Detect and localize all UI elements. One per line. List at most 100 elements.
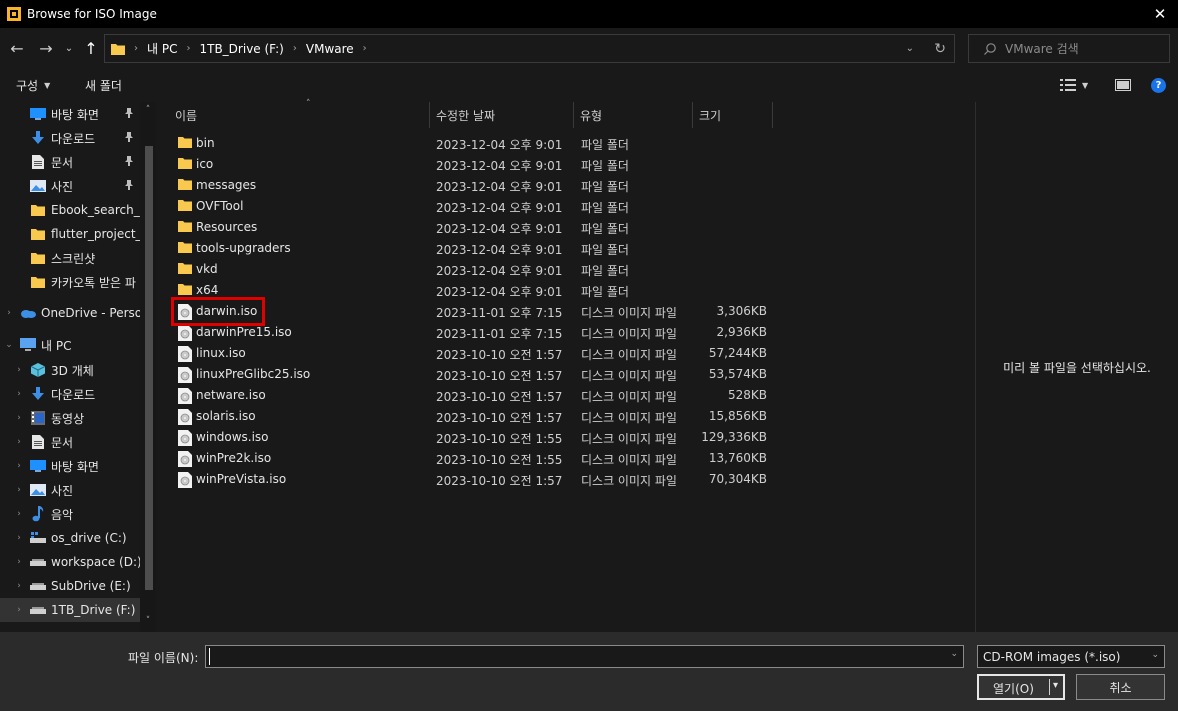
address-bar[interactable]: › 내 PC › 1TB_Drive (F:) › VMware › ⌄ ↻ <box>104 34 955 63</box>
file-row[interactable]: ico 2023-12-04 오후 9:01 파일 폴더 <box>157 154 975 175</box>
expand-chevron-icon[interactable]: › <box>14 485 24 495</box>
column-header-modified[interactable]: 수정한 날짜 <box>430 102 574 128</box>
expand-chevron-icon[interactable]: › <box>14 365 24 375</box>
scroll-up-arrow[interactable]: ˄ <box>140 105 156 115</box>
expand-chevron-icon[interactable]: › <box>14 605 24 615</box>
file-type-filter[interactable]: CD-ROM images (*.iso) ⌄ <box>977 645 1165 668</box>
scrollbar-thumb[interactable] <box>145 146 153 590</box>
breadcrumb-separator[interactable]: › <box>363 43 367 54</box>
file-row[interactable]: Resources 2023-12-04 오후 9:01 파일 폴더 <box>157 217 975 238</box>
file-row[interactable]: darwinPre15.iso 2023-11-01 오후 7:15 디스크 이미지… <box>157 322 975 343</box>
file-row[interactable]: solaris.iso 2023-10-10 오전 1:57 디스크 이미지 파일 1… <box>157 406 975 427</box>
nav-item-0[interactable]: 바탕 화면 <box>0 102 140 126</box>
expand-chevron-icon[interactable]: › <box>14 437 24 447</box>
organize-button[interactable]: 구성 ▼ <box>16 68 50 102</box>
breadcrumb-separator[interactable]: › <box>186 43 190 54</box>
file-row[interactable]: linuxPreGlibc25.iso 2023-10-10 오전 1:57 디스크… <box>157 364 975 385</box>
file-row[interactable]: winPre2k.iso 2023-10-10 오전 1:55 디스크 이미지 파일… <box>157 448 975 469</box>
filename-input[interactable] <box>209 648 939 665</box>
collapse-chevron-icon[interactable]: ⌄ <box>4 340 14 350</box>
expand-chevron-icon[interactable]: › <box>14 461 24 471</box>
breadcrumb-drive[interactable]: 1TB_Drive (F:) <box>199 42 283 56</box>
file-row[interactable]: windows.iso 2023-10-10 오전 1:55 디스크 이미지 파일 1… <box>157 427 975 448</box>
expand-chevron-icon[interactable]: › <box>14 389 24 399</box>
filename-combobox[interactable]: ⌄ <box>205 645 964 668</box>
pin-icon[interactable] <box>124 155 134 169</box>
file-row[interactable]: linux.iso 2023-10-10 오전 1:57 디스크 이미지 파일 57,… <box>157 343 975 364</box>
scroll-down-arrow[interactable]: ˅ <box>140 616 156 626</box>
nav-item-3[interactable]: 사진 <box>0 174 140 198</box>
nav-item-10[interactable]: › 3D 개체 <box>0 358 140 382</box>
folder-icon <box>178 241 192 255</box>
expand-chevron-icon[interactable]: › <box>14 413 24 423</box>
nav-item-18[interactable]: › workspace (D:) <box>0 550 140 574</box>
nav-item-4[interactable]: Ebook_search_ar <box>0 198 140 222</box>
up-button[interactable]: ↑ <box>82 28 100 68</box>
search-input[interactable] <box>1005 41 1165 56</box>
expand-chevron-icon[interactable]: › <box>4 308 14 318</box>
open-options-caret[interactable]: ▾ <box>1053 680 1058 691</box>
expand-chevron-icon[interactable]: › <box>14 509 24 519</box>
chevron-down-icon[interactable]: ⌄ <box>950 649 958 659</box>
nav-item-12[interactable]: › 동영상 <box>0 406 140 430</box>
nav-item-label: workspace (D:) <box>51 555 140 569</box>
breadcrumb-separator[interactable]: › <box>293 43 297 54</box>
column-header-name[interactable]: 이름 ˄ <box>168 99 430 128</box>
cancel-button[interactable]: 취소 <box>1076 674 1165 700</box>
recent-locations-button[interactable]: ⌄ <box>63 28 75 68</box>
nav-item-6[interactable]: 스크린샷 <box>0 246 140 270</box>
pin-icon[interactable] <box>124 179 134 193</box>
nav-item-17[interactable]: › os_drive (C:) <box>0 526 140 550</box>
view-options-button[interactable]: ▼ <box>1060 68 1088 102</box>
nav-item-13[interactable]: › 문서 <box>0 430 140 454</box>
nav-item-15[interactable]: › 사진 <box>0 478 140 502</box>
column-header-size[interactable]: 크기 <box>693 102 773 128</box>
expand-chevron-icon[interactable]: › <box>14 557 24 567</box>
nav-item-19[interactable]: › SubDrive (E:) <box>0 574 140 598</box>
split-divider <box>1049 679 1050 695</box>
file-row[interactable]: x64 2023-12-04 오후 9:01 파일 폴더 <box>157 280 975 301</box>
search-box[interactable] <box>968 34 1170 63</box>
file-name: x64 <box>196 283 219 297</box>
new-folder-button[interactable]: 새 폴더 <box>85 68 122 102</box>
nav-item-11[interactable]: › 다운로드 <box>0 382 140 406</box>
close-button[interactable]: ✕ <box>1142 0 1178 28</box>
nav-item-5[interactable]: flutter_project_b <box>0 222 140 246</box>
column-name-label: 이름 <box>175 108 198 123</box>
file-row[interactable]: messages 2023-12-04 오후 9:01 파일 폴더 <box>157 175 975 196</box>
breadcrumb-vmware[interactable]: VMware <box>306 42 354 56</box>
breadcrumb-this-pc[interactable]: 내 PC <box>147 40 177 57</box>
preview-pane-button[interactable] <box>1115 68 1131 102</box>
open-button[interactable]: 열기(O) ▾ <box>977 674 1065 700</box>
drive-icon <box>30 554 46 570</box>
file-row[interactable]: darwin.iso 2023-11-01 오후 7:15 디스크 이미지 파일 3,… <box>157 301 975 322</box>
expand-chevron-icon[interactable]: › <box>14 581 24 591</box>
nav-item-8[interactable]: › OneDrive - Persor <box>0 301 140 325</box>
file-row[interactable]: netware.iso 2023-10-10 오전 1:57 디스크 이미지 파일 5… <box>157 385 975 406</box>
expand-chevron-icon[interactable]: › <box>14 533 24 543</box>
file-row[interactable]: OVFTool 2023-12-04 오후 9:01 파일 폴더 <box>157 196 975 217</box>
forward-button[interactable]: → <box>36 28 56 68</box>
navigation-scrollbar[interactable]: ˄ ˅ <box>140 102 156 632</box>
nav-item-20[interactable]: › 1TB_Drive (F:) <box>0 598 140 622</box>
refresh-button[interactable]: ↻ <box>934 35 946 62</box>
file-modified-date: 2023-11-01 오후 7:15 <box>436 327 563 341</box>
nav-item-9[interactable]: ⌄ 내 PC <box>0 333 140 357</box>
nav-item-14[interactable]: › 바탕 화면 <box>0 454 140 478</box>
nav-item-16[interactable]: › 음악 <box>0 502 140 526</box>
nav-item-2[interactable]: 문서 <box>0 150 140 174</box>
file-row[interactable]: bin 2023-12-04 오후 9:01 파일 폴더 <box>157 133 975 154</box>
pin-icon[interactable] <box>124 107 134 121</box>
back-button[interactable]: ← <box>8 28 26 68</box>
file-row[interactable]: winPreVista.iso 2023-10-10 오전 1:57 디스크 이미지… <box>157 469 975 490</box>
column-header-type[interactable]: 유형 <box>574 102 693 128</box>
file-row[interactable]: tools-upgraders 2023-12-04 오후 9:01 파일 폴더 <box>157 238 975 259</box>
file-type: 파일 폴더 <box>581 285 629 299</box>
file-modified-date: 2023-10-10 오전 1:57 <box>436 411 563 425</box>
address-history-dropdown[interactable]: ⌄ <box>906 35 914 62</box>
nav-item-7[interactable]: 카카오톡 받은 파 <box>0 270 140 294</box>
nav-item-1[interactable]: 다운로드 <box>0 126 140 150</box>
pin-icon[interactable] <box>124 131 134 145</box>
file-row[interactable]: vkd 2023-12-04 오후 9:01 파일 폴더 <box>157 259 975 280</box>
help-button[interactable]: ? <box>1151 68 1166 102</box>
